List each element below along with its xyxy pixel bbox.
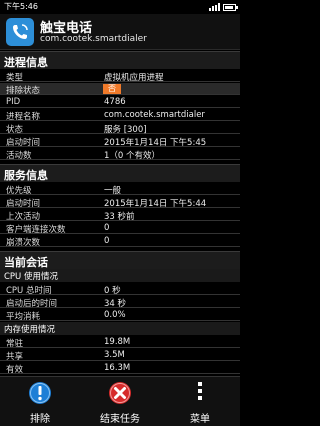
row-value: com.cootek.smartdialer (104, 110, 205, 120)
row-label: 崩溃次数 (6, 238, 41, 248)
row-value: 虚拟机应用进程 (104, 73, 164, 83)
mem-row-shared: 共享 3.5M (0, 349, 240, 362)
row-value: 0.0% (104, 310, 126, 320)
service-row-start-time: 启动时间 2015年1月14日 下午5:44 (0, 196, 240, 209)
cpu-row-total-time: CPU 总时间 0 秒 (0, 283, 240, 296)
overflow-menu-icon (198, 382, 202, 403)
row-value: 4786 (104, 97, 126, 107)
section-title: 服务信息 (4, 169, 48, 182)
process-row-pid: PID 4786 (0, 96, 240, 108)
row-label: 启动后的时间 (6, 299, 58, 309)
row-value: 0 (104, 223, 110, 233)
status-bar: 下午5:46 (0, 0, 240, 14)
row-value: 34 秒 (104, 299, 127, 309)
row-value: 3.5M (104, 350, 125, 360)
service-row-client-connections: 客户端连接次数 0 (0, 222, 240, 235)
row-label: 进程名称 (6, 112, 41, 122)
row-label: 启动时间 (6, 138, 41, 148)
row-value: 0 (104, 236, 110, 246)
cpu-usage-header: CPU 使用情况 (0, 269, 240, 282)
exclude-button[interactable]: 排除 (0, 377, 80, 426)
status-indicators (209, 1, 238, 13)
process-row-name: 进程名称 com.cootek.smartdialer (0, 109, 240, 122)
app-package: com.cootek.smartdialer (40, 34, 147, 44)
row-label: 有效 (6, 365, 24, 375)
mem-row-effective: 有效 16.3M (0, 362, 240, 375)
row-value: 2015年1月14日 下午5:45 (104, 138, 207, 148)
phone-app-icon (6, 18, 34, 46)
signal-icon (209, 3, 220, 11)
row-label: 活动数 (6, 151, 32, 161)
process-row-start-time: 启动时间 2015年1月14日 下午5:45 (0, 135, 240, 148)
process-row-type: 类型 虚拟机应用进程 (0, 70, 240, 83)
process-row-state: 状态 服务 [300] (0, 122, 240, 135)
exclusion-status-badge: 否 (103, 84, 121, 94)
service-row-priority: 优先级 一般 (0, 183, 240, 196)
service-row-last-activity: 上次活动 33 秒前 (0, 209, 240, 222)
service-row-crashes: 崩溃次数 0 (0, 235, 240, 248)
row-value: 19.8M (104, 337, 131, 347)
app-header: 触宝电话 com.cootek.smartdialer (0, 14, 240, 50)
row-value: 一般 (104, 186, 122, 196)
row-label: 客户端连接次数 (6, 225, 66, 235)
end-task-label: 结束任务 (100, 414, 140, 425)
section-title: 进程信息 (4, 56, 48, 69)
exclude-label: 排除 (30, 414, 50, 425)
row-label: 启动时间 (6, 199, 41, 209)
exclamation-icon (29, 382, 51, 404)
section-title: 当前会话 (4, 256, 48, 269)
row-label: 共享 (6, 352, 24, 362)
process-info-header: 进程信息 (0, 51, 240, 69)
cpu-row-average: 平均消耗 0.0% (0, 309, 240, 322)
status-time: 下午5:46 (4, 2, 38, 11)
row-label: CPU 总时间 (6, 286, 52, 296)
subsection-title: 内存使用情况 (4, 325, 56, 335)
row-label: 状态 (6, 125, 24, 135)
cpu-row-uptime: 启动后的时间 34 秒 (0, 296, 240, 309)
row-value: 1（0 个有效） (104, 151, 161, 161)
row-label: 常驻 (6, 339, 24, 349)
row-label: 平均消耗 (6, 312, 41, 322)
process-row-exclusion: 排除状态 否 (0, 83, 240, 96)
bottom-action-bar: 排除 结束任务 菜单 (0, 376, 240, 426)
end-task-button[interactable]: 结束任务 (80, 377, 160, 426)
row-value: 16.3M (104, 363, 131, 373)
menu-label: 菜单 (190, 414, 210, 425)
service-info-header: 服务信息 (0, 164, 240, 182)
mem-row-resident: 常驻 19.8M (0, 336, 240, 349)
row-label: 排除状态 (6, 86, 41, 96)
row-value: 33 秒前 (104, 212, 135, 222)
row-label: 优先级 (6, 186, 32, 196)
process-row-activities: 活动数 1（0 个有效） (0, 148, 240, 161)
row-value: 0 秒 (104, 286, 121, 296)
subsection-title: CPU 使用情况 (4, 272, 58, 282)
current-session-header: 当前会话 (0, 251, 240, 269)
row-value: 服务 [300] (104, 125, 147, 135)
close-icon (109, 382, 131, 404)
battery-icon (223, 3, 238, 11)
memory-usage-header: 内存使用情况 (0, 322, 240, 335)
menu-button[interactable]: 菜单 (160, 377, 240, 426)
row-value: 2015年1月14日 下午5:44 (104, 199, 207, 209)
row-label: 类型 (6, 73, 24, 83)
row-label: PID (6, 97, 21, 107)
row-label: 上次活动 (6, 212, 41, 222)
